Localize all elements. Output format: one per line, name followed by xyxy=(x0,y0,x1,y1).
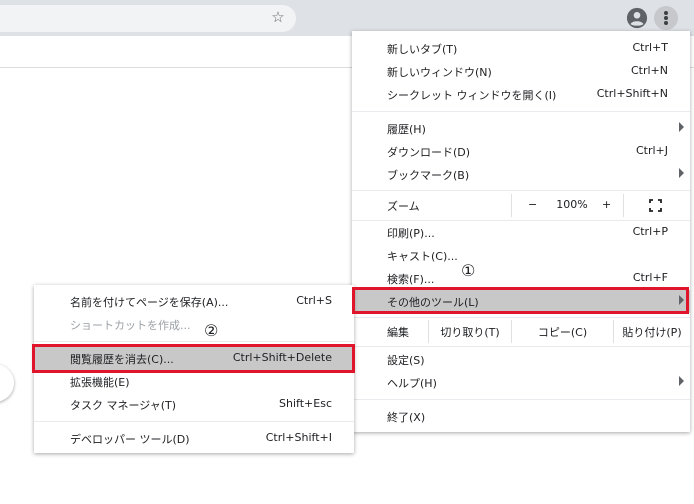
menu-separator xyxy=(352,317,690,318)
paste-label: 貼り付け(P) xyxy=(622,326,682,339)
menu-item-label: 新しいタブ(T) xyxy=(387,43,458,56)
menu-item-label: シークレット ウィンドウを開く(I) xyxy=(387,89,557,102)
menu-item-shortcut: Ctrl+P xyxy=(632,225,668,238)
menu-item-shortcut: Ctrl+Shift+N xyxy=(596,87,668,100)
highlight-box-clear-browsing-data xyxy=(32,344,355,373)
menu-item-new-window[interactable]: 新しいウィンドウ(N) Ctrl+N xyxy=(352,60,690,83)
menu-item-downloads[interactable]: ダウンロード(D) Ctrl+J xyxy=(352,140,690,163)
zoom-row: ズーム − 100% + xyxy=(352,194,690,217)
submenu-item-save-page[interactable]: 名前を付けてページを保存(A)... Ctrl+S xyxy=(34,290,354,313)
menu-separator xyxy=(352,399,690,400)
step-marker-2: ② xyxy=(204,321,219,340)
menu-item-label: ダウンロード(D) xyxy=(387,146,471,159)
zoom-controls: − 100% + xyxy=(511,194,624,217)
menu-item-exit[interactable]: 終了(X) xyxy=(352,405,690,428)
menu-item-label: キャスト(C)... xyxy=(387,250,458,263)
menu-item-label: ブックマーク(B) xyxy=(387,169,470,182)
edit-label: 編集 xyxy=(387,326,409,339)
copy-label: コピー(C) xyxy=(537,326,588,339)
zoom-in-button[interactable]: + xyxy=(602,198,611,211)
submenu-item-developer-tools[interactable]: デベロッパー ツール(D) Ctrl+Shift+I xyxy=(34,427,354,450)
menu-separator xyxy=(34,341,354,342)
menu-item-new-tab[interactable]: 新しいタブ(T) Ctrl+T xyxy=(352,37,690,60)
menu-item-label: 拡張機能(E) xyxy=(70,376,130,389)
cut-label: 切り取り(T) xyxy=(440,326,500,339)
menu-item-label: 終了(X) xyxy=(387,411,426,424)
submenu-arrow-icon xyxy=(679,376,684,386)
cut-button[interactable]: 切り取り(T) xyxy=(428,320,511,343)
menu-item-label: 名前を付けてページを保存(A)... xyxy=(70,296,229,309)
star-icon[interactable]: ☆ xyxy=(268,7,288,27)
page-circle-button[interactable] xyxy=(0,364,14,402)
account-circle-icon[interactable] xyxy=(626,7,648,29)
menu-item-bookmarks[interactable]: ブックマーク(B) xyxy=(352,163,690,186)
chrome-main-menu: 新しいタブ(T) Ctrl+T 新しいウィンドウ(N) Ctrl+N シークレッ… xyxy=(352,31,690,432)
menu-item-cast[interactable]: キャスト(C)... xyxy=(352,244,690,267)
three-dots-vertical-icon[interactable] xyxy=(654,6,678,30)
menu-item-incognito[interactable]: シークレット ウィンドウを開く(I) Ctrl+Shift+N xyxy=(352,83,690,106)
menu-item-help[interactable]: ヘルプ(H) xyxy=(352,371,690,394)
zoom-level: 100% xyxy=(556,198,588,211)
menu-item-shortcut: Ctrl+Shift+I xyxy=(265,431,332,444)
menu-separator xyxy=(352,111,690,112)
menu-item-shortcut: Ctrl+N xyxy=(630,64,668,77)
menu-separator xyxy=(352,346,690,347)
menu-item-settings[interactable]: 設定(S) xyxy=(352,348,690,371)
menu-item-label: 新しいウィンドウ(N) xyxy=(387,66,492,79)
submenu-arrow-icon xyxy=(679,168,684,178)
menu-item-label: ヘルプ(H) xyxy=(387,377,437,390)
menu-separator xyxy=(352,190,690,191)
copy-button[interactable]: コピー(C) xyxy=(511,320,613,343)
highlight-box-more-tools xyxy=(352,287,689,314)
menu-item-history[interactable]: 履歴(H) xyxy=(352,117,690,140)
edit-row: 編集 切り取り(T) コピー(C) 貼り付け(P) xyxy=(352,320,690,343)
menu-item-shortcut: Ctrl+J xyxy=(635,144,668,157)
menu-item-label: 検索(F)... xyxy=(387,273,435,286)
menu-item-shortcut: Ctrl+F xyxy=(632,271,668,284)
step-marker-1: ① xyxy=(461,261,476,280)
fullscreen-icon[interactable] xyxy=(649,199,662,212)
submenu-item-task-manager[interactable]: タスク マネージャ(T) Shift+Esc xyxy=(34,393,354,416)
submenu-item-create-shortcut: ショートカットを作成... xyxy=(34,313,354,336)
menu-item-label: 印刷(P)... xyxy=(387,227,435,240)
menu-item-print[interactable]: 印刷(P)... Ctrl+P xyxy=(352,221,690,244)
menu-item-label: 設定(S) xyxy=(387,354,425,367)
menu-separator xyxy=(34,421,354,422)
menu-item-label: ショートカットを作成... xyxy=(70,319,191,332)
menu-item-shortcut: Ctrl+T xyxy=(632,41,668,54)
menu-item-shortcut: Shift+Esc xyxy=(279,397,332,410)
submenu-arrow-icon xyxy=(679,122,684,132)
menu-item-label: 履歴(H) xyxy=(387,123,426,136)
zoom-out-button[interactable]: − xyxy=(528,198,537,211)
menu-item-label: タスク マネージャ(T) xyxy=(70,399,177,412)
zoom-label: ズーム xyxy=(387,200,420,213)
submenu-item-extensions[interactable]: 拡張機能(E) xyxy=(34,370,354,393)
menu-item-label: デベロッパー ツール(D) xyxy=(70,433,190,446)
paste-button[interactable]: 貼り付け(P) xyxy=(613,320,690,343)
menu-item-shortcut: Ctrl+S xyxy=(296,294,332,307)
address-bar[interactable] xyxy=(0,5,296,32)
